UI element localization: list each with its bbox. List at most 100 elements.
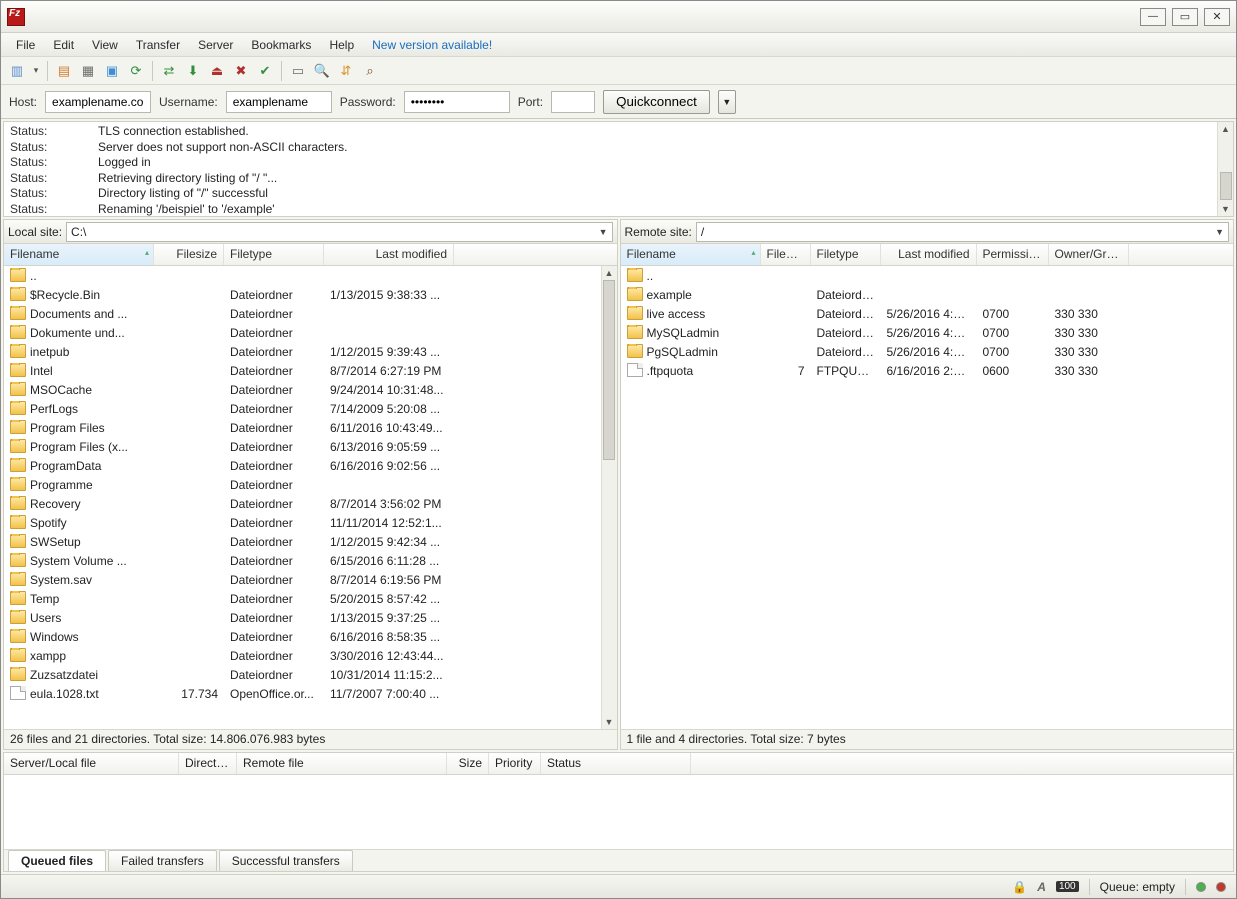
cancel-icon[interactable]: ⬇ — [183, 61, 203, 81]
list-item[interactable]: PgSQLadminDateiordner5/26/2016 4:43:...0… — [621, 342, 1218, 361]
column-permissions[interactable]: Permissions — [977, 244, 1049, 265]
list-item[interactable]: WindowsDateiordner6/16/2016 8:58:35 ... — [4, 627, 601, 646]
list-item[interactable]: UsersDateiordner1/13/2015 9:37:25 ... — [4, 608, 601, 627]
filter-icon[interactable]: ✔ — [255, 61, 275, 81]
menu-item-server[interactable]: Server — [189, 35, 242, 55]
list-item[interactable]: ZuzsatzdateiDateiordner10/31/2014 11:15:… — [4, 665, 601, 684]
remote-status: 1 file and 4 directories. Total size: 7 … — [621, 729, 1234, 749]
log-scrollbar[interactable]: ▲ ▼ — [1217, 122, 1233, 216]
folder-icon — [10, 458, 26, 472]
refresh-icon[interactable]: ⟳ — [126, 61, 146, 81]
list-item[interactable]: ProgramDataDateiordner6/16/2016 9:02:56 … — [4, 456, 601, 475]
list-item[interactable]: SWSetupDateiordner1/12/2015 9:42:34 ... — [4, 532, 601, 551]
remote-path-select[interactable]: / ▼ — [696, 222, 1229, 242]
quickconnect-button[interactable]: Quickconnect — [603, 90, 710, 114]
local-pathbar: Local site: C:\ ▼ — [4, 220, 617, 244]
filename-label: PerfLogs — [30, 402, 78, 416]
column-filename[interactable]: Filename▴ — [621, 244, 761, 265]
tab-successful-transfers[interactable]: Successful transfers — [219, 850, 353, 871]
local-scrollbar[interactable]: ▲▼ — [601, 266, 617, 729]
list-item[interactable]: SpotifyDateiordner11/11/2014 12:52:1... — [4, 513, 601, 532]
list-item[interactable]: .. — [621, 266, 1218, 285]
process-queue-icon[interactable]: ⇄ — [159, 61, 179, 81]
username-input[interactable] — [226, 91, 332, 113]
list-item[interactable]: live accessDateiordner5/26/2016 4:43:...… — [621, 304, 1218, 323]
list-item[interactable]: System.sav Dateiordner8/7/2014 6:19:56 PM — [4, 570, 601, 589]
list-item[interactable]: .. — [4, 266, 601, 285]
minimize-button[interactable] — [1140, 8, 1166, 26]
speed-limit-icon[interactable]: 100 — [1056, 881, 1079, 892]
local-status: 26 files and 21 directories. Total size:… — [4, 729, 617, 749]
toggle-tree-icon[interactable]: ▦ — [78, 61, 98, 81]
list-item[interactable]: ProgrammeDateiordner — [4, 475, 601, 494]
list-item[interactable]: $Recycle.BinDateiordner1/13/2015 9:38:33… — [4, 285, 601, 304]
list-item[interactable]: RecoveryDateiordner8/7/2014 3:56:02 PM — [4, 494, 601, 513]
port-input[interactable] — [551, 91, 595, 113]
menu-item-view[interactable]: View — [83, 35, 127, 55]
password-input[interactable] — [404, 91, 510, 113]
toggle-queue-icon[interactable]: ▣ — [102, 61, 122, 81]
column-last-modified[interactable]: Last modified — [324, 244, 454, 265]
list-item[interactable]: Documents and ...Dateiordner — [4, 304, 601, 323]
toggle-log-icon[interactable]: ▤ — [54, 61, 74, 81]
column-filename[interactable]: Filename▴ — [4, 244, 154, 265]
column-owner-gro-[interactable]: Owner/Gro... — [1049, 244, 1129, 265]
list-item[interactable]: Dokumente und...Dateiordner — [4, 323, 601, 342]
menu-item-new-version-available-[interactable]: New version available! — [363, 35, 501, 55]
column-status[interactable]: Status — [541, 753, 691, 774]
cell-type: Dateiordner — [224, 345, 324, 359]
tab-failed-transfers[interactable]: Failed transfers — [108, 850, 217, 871]
menu-item-help[interactable]: Help — [320, 35, 363, 55]
menu-item-edit[interactable]: Edit — [44, 35, 83, 55]
tab-queued-files[interactable]: Queued files — [8, 850, 106, 871]
column-filetype[interactable]: Filetype — [224, 244, 324, 265]
column-filetype[interactable]: Filetype — [811, 244, 881, 265]
column-priority[interactable]: Priority — [489, 753, 541, 774]
disconnect-icon[interactable]: ⏏ — [207, 61, 227, 81]
column-filesize[interactable]: Filesize — [761, 244, 811, 265]
list-item[interactable]: PerfLogsDateiordner7/14/2009 5:20:08 ... — [4, 399, 601, 418]
list-item[interactable]: System Volume ...Dateiordner6/15/2016 6:… — [4, 551, 601, 570]
column-size[interactable]: Size — [447, 753, 489, 774]
list-item[interactable]: xamppDateiordner3/30/2016 12:43:44... — [4, 646, 601, 665]
list-item[interactable]: exampleDateiordner — [621, 285, 1218, 304]
quickconnect-dropdown[interactable]: ▼ — [718, 90, 736, 114]
filename-label: System.sav — [30, 573, 92, 587]
column-remote-file[interactable]: Remote file — [237, 753, 447, 774]
column-server-local-file[interactable]: Server/Local file — [4, 753, 179, 774]
local-path-select[interactable]: C:\ ▼ — [66, 222, 612, 242]
server-manager-dropdown[interactable]: ▾ — [31, 65, 41, 76]
search-icon[interactable]: 🔍 — [312, 61, 332, 81]
cell-mod: 8/7/2014 3:56:02 PM — [324, 497, 454, 511]
folder-icon — [627, 287, 643, 301]
close-button[interactable] — [1204, 8, 1230, 26]
maximize-button[interactable] — [1172, 8, 1198, 26]
cell-mod: 8/7/2014 6:19:56 PM — [324, 573, 454, 587]
compare-icon[interactable]: ▭ — [288, 61, 308, 81]
reconnect-icon[interactable]: ✖ — [231, 61, 251, 81]
cell-own: 330 330 — [1049, 364, 1129, 378]
host-input[interactable] — [45, 91, 151, 113]
menu-item-transfer[interactable]: Transfer — [127, 35, 189, 55]
menu-item-bookmarks[interactable]: Bookmarks — [242, 35, 320, 55]
list-item[interactable]: TempDateiordner5/20/2015 8:57:42 ... — [4, 589, 601, 608]
separator — [1089, 879, 1090, 895]
list-item[interactable]: eula.1028.txt17.734OpenOffice.or...11/7/… — [4, 684, 601, 703]
column-direction[interactable]: Direction — [179, 753, 237, 774]
cell-name: $Recycle.Bin — [4, 287, 154, 302]
list-item[interactable]: IntelDateiordner8/7/2014 6:27:19 PM — [4, 361, 601, 380]
list-item[interactable]: Program Files (x...Dateiordner6/13/2016 … — [4, 437, 601, 456]
server-manager-icon[interactable]: ▥ — [7, 61, 27, 81]
binoculars-icon[interactable]: ⌕ — [360, 61, 380, 81]
column-last-modified[interactable]: Last modified — [881, 244, 977, 265]
menu-item-file[interactable]: File — [7, 35, 44, 55]
list-item[interactable]: .ftpquota7FTPQUOT...6/16/2016 2:49:...06… — [621, 361, 1218, 380]
list-item[interactable]: inetpubDateiordner1/12/2015 9:39:43 ... — [4, 342, 601, 361]
sync-browsing-icon[interactable]: ⇵ — [336, 61, 356, 81]
column-filesize[interactable]: Filesize — [154, 244, 224, 265]
list-item[interactable]: MySQLadminDateiordner5/26/2016 4:43:...0… — [621, 323, 1218, 342]
cell-type: Dateiordner — [224, 573, 324, 587]
list-item[interactable]: Program FilesDateiordner6/11/2016 10:43:… — [4, 418, 601, 437]
list-item[interactable]: MSOCacheDateiordner9/24/2014 10:31:48... — [4, 380, 601, 399]
cell-name: ProgramData — [4, 458, 154, 473]
